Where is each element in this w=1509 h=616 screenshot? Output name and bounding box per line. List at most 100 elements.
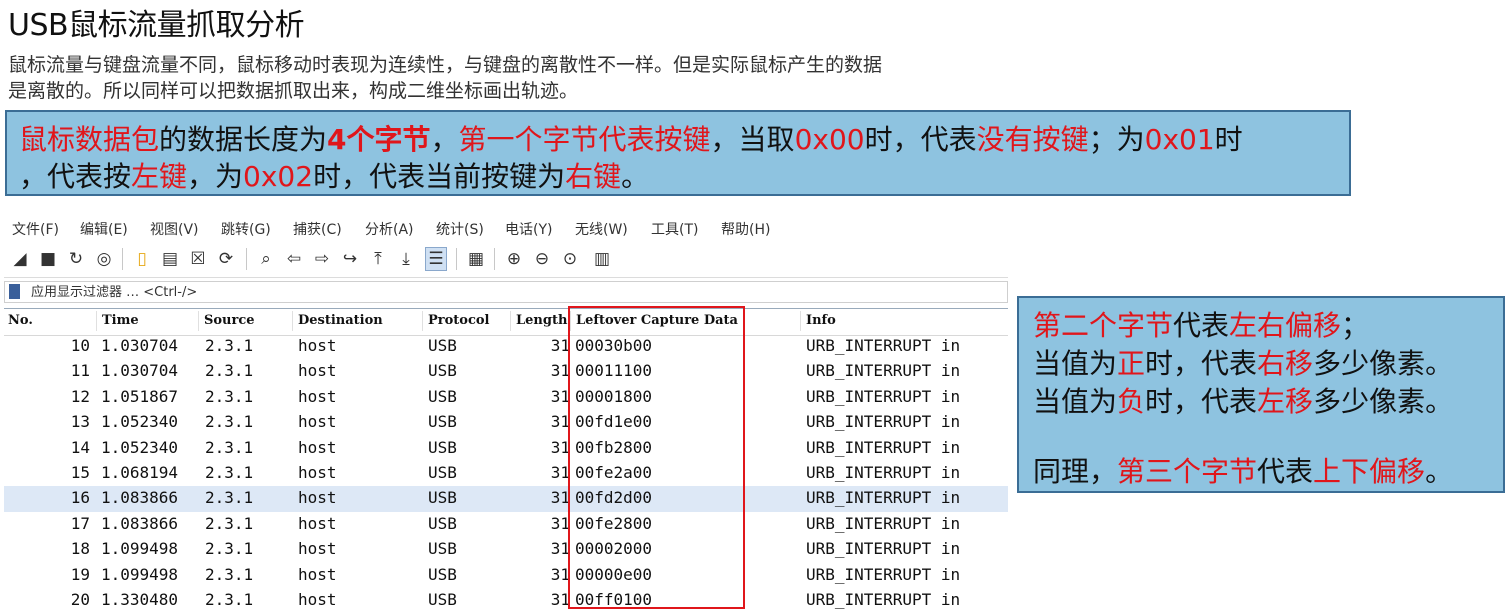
column-header[interactable]: Destination: [298, 313, 383, 328]
go-forward-icon[interactable]: ⇨: [312, 248, 332, 270]
column-separator[interactable]: [198, 311, 199, 331]
column-header[interactable]: No.: [8, 313, 33, 328]
packet-protocol: USB: [428, 589, 457, 609]
column-header[interactable]: Time: [102, 313, 139, 328]
save-file-icon[interactable]: ▤: [160, 248, 180, 270]
menu-item[interactable]: 统计(S): [436, 219, 484, 239]
highlight-text: 负: [1117, 385, 1146, 418]
go-back-icon[interactable]: ⇦: [284, 248, 304, 270]
highlight-text: 0x00: [794, 123, 865, 156]
column-separator[interactable]: [422, 311, 423, 331]
display-filter-input[interactable]: [31, 283, 931, 301]
packet-source: 2.3.1: [205, 513, 254, 533]
column-header[interactable]: Protocol: [428, 313, 490, 328]
close-file-icon[interactable]: ☒: [188, 248, 208, 270]
highlight-text: 第一个字节代表按键: [458, 123, 711, 156]
go-first-icon[interactable]: ⤒: [368, 248, 388, 270]
open-file-icon[interactable]: ▯: [132, 248, 152, 270]
highlight-text: 0x01: [1144, 123, 1215, 156]
callout-text: ；: [1341, 309, 1370, 342]
display-filter-bar: [4, 281, 1008, 303]
menu-item[interactable]: 分析(A): [365, 219, 414, 239]
go-to-packet-icon[interactable]: ↪: [340, 248, 360, 270]
table-row-selected[interactable]: 16 1.083866 2.3.1 host USB 31 00fd2d00 URB_INTE…: [4, 486, 1008, 512]
menu-item[interactable]: 捕获(C): [293, 219, 342, 239]
table-row[interactable]: 10 1.030704 2.3.1 host USB 31 00030b00 URB_INTE…: [4, 334, 1008, 359]
packet-protocol: USB: [428, 361, 457, 381]
packet-source: 2.3.1: [205, 386, 254, 406]
zoom-in-icon[interactable]: ⊕: [504, 248, 524, 270]
callout-text: 。: [1425, 455, 1454, 488]
find-packet-icon[interactable]: ⌕: [256, 248, 276, 270]
stop-square-icon[interactable]: ■: [38, 248, 58, 270]
toolbar-separator: [456, 248, 457, 270]
packet-destination: host: [298, 336, 337, 355]
table-row[interactable]: 19 1.099498 2.3.1 host USB 31 00000e00 URB_INTE…: [4, 563, 1008, 588]
table-row[interactable]: 20 1.330480 2.3.1 host USB 31 00ff0100 URB_INTE…: [4, 588, 1008, 613]
packet-source: 2.3.1: [205, 589, 254, 609]
highlight-text: 0x02: [243, 160, 314, 193]
table-row[interactable]: 18 1.099498 2.3.1 host USB 31 00002000 URB_INTE…: [4, 537, 1008, 562]
packet-protocol: USB: [428, 462, 457, 482]
menu-item[interactable]: 编辑(E): [80, 219, 128, 239]
column-separator[interactable]: [510, 311, 511, 331]
callout-line: 鼠标数据包的数据长度为4个字节，第一个字节代表按键，当取0x00时，代表没有按键…: [19, 118, 1243, 158]
callout-text: 时，代表: [1145, 347, 1258, 380]
highlight-text: 正: [1117, 347, 1146, 380]
highlight-text: 鼠标数据包: [19, 123, 160, 156]
column-separator[interactable]: [292, 311, 293, 331]
packet-time: 1.052340: [101, 412, 179, 432]
menu-item[interactable]: 视图(V): [150, 219, 199, 239]
restart-fin-icon[interactable]: ↻: [66, 248, 86, 270]
menu-item[interactable]: 帮助(H): [721, 219, 770, 239]
callout-text: 当值为: [1033, 385, 1118, 418]
table-row[interactable]: 11 1.030704 2.3.1 host USB 31 00011100 URB_INTE…: [4, 359, 1008, 384]
reload-file-icon[interactable]: ⟳: [216, 248, 236, 270]
packet-info: URB_INTERRUPT in: [806, 386, 961, 406]
colorize-icon[interactable]: ▦: [466, 248, 486, 270]
column-header[interactable]: Source: [204, 313, 255, 328]
table-row[interactable]: 12 1.051867 2.3.1 host USB 31 00001800 URB_INTE…: [4, 385, 1008, 410]
main-toolbar: ◢ ■ ↻ ◎ ▯ ▤ ☒ ⟳ ⌕ ⇦ ⇨ ↪ ⤒ ⤓ ☰ ▦ ⊕ ⊖ ⊙ ▥: [4, 243, 1008, 278]
packet-no: 10: [70, 336, 90, 355]
highlight-text: 左移: [1257, 385, 1314, 418]
table-row[interactable]: 14 1.052340 2.3.1 host USB 31 00fb2800 URB_INTE…: [4, 436, 1008, 461]
callout-text: 。: [621, 160, 650, 193]
resize-columns-icon[interactable]: ▥: [592, 248, 612, 270]
go-last-icon[interactable]: ⤓: [396, 248, 416, 270]
capture-options-icon[interactable]: ◎: [94, 248, 114, 270]
zoom-out-icon[interactable]: ⊖: [532, 248, 552, 270]
table-row[interactable]: 15 1.068194 2.3.1 host USB 31 00fe2a00 URB_INTE…: [4, 461, 1008, 486]
column-separator[interactable]: [800, 311, 801, 331]
menu-item[interactable]: 无线(W): [575, 219, 628, 239]
toolbar-separator: [122, 248, 123, 270]
packet-destination: host: [298, 437, 337, 457]
menu-item[interactable]: 文件(F): [12, 219, 59, 239]
packet-info: URB_INTERRUPT in: [806, 437, 961, 457]
menu-bar: 文件(F) 编辑(E) 视图(V) 跳转(G) 捕获(C) 分析(A) 统计(S) 电话(Y)…: [0, 217, 1008, 239]
zoom-normal-icon[interactable]: ⊙: [560, 248, 580, 270]
callout-text: ，为: [187, 160, 244, 193]
packet-info: URB_INTERRUPT in: [806, 539, 961, 559]
column-header[interactable]: Info: [806, 313, 836, 328]
highlight-text: 第三个字节: [1117, 455, 1258, 488]
filter-bookmark-icon[interactable]: [9, 284, 20, 299]
callout-text: 时，代表当前按键为: [313, 160, 566, 193]
highlight-text: 右移: [1257, 347, 1314, 380]
table-row[interactable]: 17 1.083866 2.3.1 host USB 31 00fe2800 URB_INTE…: [4, 512, 1008, 537]
auto-scroll-icon[interactable]: ☰: [425, 247, 447, 271]
toolbar-separator: [246, 248, 247, 270]
menu-item[interactable]: 电话(Y): [505, 219, 552, 239]
packet-source: 2.3.1: [205, 361, 254, 381]
callout-line: 第二个字节代表左右偏移；: [1033, 304, 1369, 344]
callout-text: 当值为: [1033, 347, 1118, 380]
column-separator[interactable]: [96, 311, 97, 331]
table-row[interactable]: 13 1.052340 2.3.1 host USB 31 00fd1e00 URB_INTE…: [4, 410, 1008, 435]
packet-no: 20: [70, 589, 90, 609]
menu-item[interactable]: 跳转(G): [221, 219, 271, 239]
shark-fin-start-icon[interactable]: ◢: [10, 248, 30, 270]
menu-item[interactable]: 工具(T): [651, 219, 698, 239]
packet-info: URB_INTERRUPT in: [806, 513, 961, 533]
callout-text: 代表: [1173, 309, 1230, 342]
column-header[interactable]: Length: [516, 313, 567, 328]
